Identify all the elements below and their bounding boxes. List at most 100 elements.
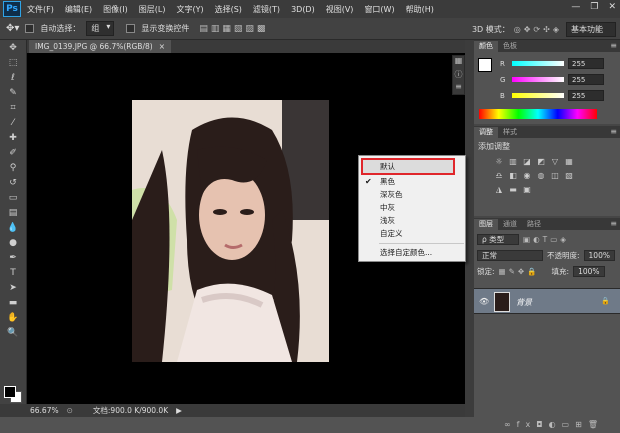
tab-swatches[interactable]: 色板 <box>498 41 522 52</box>
blend-mode-dropdown[interactable]: 正常 <box>477 250 543 261</box>
fg-bg-color-icon[interactable] <box>478 58 492 72</box>
menu-item-light-gray[interactable]: 浅灰 <box>359 214 465 227</box>
zoom-level[interactable]: 66.67% <box>30 406 59 415</box>
layer-filter-dropdown[interactable]: ρ 类型 <box>477 234 519 245</box>
threshold-icon[interactable]: ◮ <box>494 184 504 194</box>
posterize-icon[interactable]: ▧ <box>564 170 574 180</box>
shape-tool-icon[interactable]: ▬ <box>3 296 23 310</box>
tab-paths[interactable]: 路径 <box>522 219 546 230</box>
menu-window[interactable]: 窗口(W) <box>364 4 394 15</box>
3d-mode-icons[interactable]: ◎✥⟳✣◈ <box>514 25 562 34</box>
status-export-icon[interactable]: ⊙ <box>67 406 73 415</box>
status-arrow-icon[interactable]: ▶ <box>176 406 182 415</box>
menu-view[interactable]: 视图(V) <box>326 4 354 15</box>
move-tool-icon[interactable]: ✥ <box>3 41 23 55</box>
green-value-input[interactable]: 255 <box>568 74 604 85</box>
tab-channels[interactable]: 通道 <box>498 219 522 230</box>
foreground-color-swatch[interactable] <box>4 386 16 398</box>
gradient-tool-icon[interactable]: ▤ <box>3 206 23 220</box>
eyedropper-tool-icon[interactable]: ⁄ <box>3 116 23 130</box>
levels-icon[interactable]: ▥ <box>508 156 518 166</box>
menu-3d[interactable]: 3D(D) <box>291 5 315 14</box>
brightness-icon[interactable]: ☼ <box>494 156 504 166</box>
filter-icons[interactable]: ▣◐T▭◈ <box>523 235 569 244</box>
brush-tool-icon[interactable]: ✐ <box>3 146 23 160</box>
panel-menu-icon[interactable]: ≡ <box>610 41 617 50</box>
crop-tool-icon[interactable]: ⌗ <box>3 101 23 115</box>
menu-select[interactable]: 选择(S) <box>215 4 242 15</box>
minimize-button[interactable]: — <box>571 2 580 12</box>
fill-input[interactable]: 100% <box>573 266 605 277</box>
bw-icon[interactable]: ◧ <box>508 170 518 180</box>
clone-stamp-icon[interactable]: ⚲ <box>3 161 23 175</box>
menu-layer[interactable]: 图层(L) <box>139 4 166 15</box>
vibrance-icon[interactable]: ▽ <box>550 156 560 166</box>
history-icon[interactable]: ▦ <box>453 56 464 69</box>
layer-row-background[interactable]: 👁 背景 🔒 <box>474 288 620 314</box>
menu-edit[interactable]: 编辑(E) <box>65 4 92 15</box>
auto-select-dropdown[interactable]: 组 <box>86 21 115 36</box>
align-icons[interactable]: ▤▥▦▧▨▩ <box>199 24 268 34</box>
menu-filter[interactable]: 滤镜(T) <box>253 4 280 15</box>
blue-slider[interactable] <box>512 93 564 98</box>
move-tool-icon[interactable]: ✥▾ <box>6 23 19 34</box>
menu-image[interactable]: 图像(I) <box>103 4 128 15</box>
show-transform-checkbox[interactable] <box>126 24 136 33</box>
menu-item-custom[interactable]: 自定义 <box>359 227 465 240</box>
layer-name[interactable]: 背景 <box>516 297 532 308</box>
new-layer-icon[interactable]: ⊞ <box>575 420 588 429</box>
menu-item-default[interactable]: 默认 <box>359 160 465 173</box>
document-tab[interactable]: IMG_0139.JPG @ 66.7%(RGB/8) × <box>29 40 171 53</box>
path-select-icon[interactable]: ➤ <box>3 281 23 295</box>
tab-styles[interactable]: 样式 <box>498 127 522 138</box>
blue-value-input[interactable]: 255 <box>568 90 604 101</box>
gradient-map-icon[interactable]: ▬ <box>508 184 518 194</box>
delete-layer-icon[interactable]: 🗑 <box>588 420 604 429</box>
red-slider[interactable] <box>512 61 564 66</box>
red-value-input[interactable]: 255 <box>568 58 604 69</box>
exposure-icon[interactable]: ◩ <box>536 156 546 166</box>
channel-mixer-icon[interactable]: ◍ <box>536 170 546 180</box>
invert-icon[interactable]: ◫ <box>550 170 560 180</box>
tab-adjustments[interactable]: 调整 <box>474 127 498 138</box>
marquee-tool-icon[interactable]: ⬚ <box>3 56 23 70</box>
color-balance-icon[interactable]: ♎ <box>494 170 504 180</box>
menu-item-dark-gray[interactable]: 深灰色 <box>359 188 465 201</box>
mask-icon[interactable]: ◘ <box>536 420 548 429</box>
eraser-tool-icon[interactable]: ▭ <box>3 191 23 205</box>
dodge-tool-icon[interactable]: ● <box>3 236 23 250</box>
quick-select-tool-icon[interactable]: ✎ <box>3 86 23 100</box>
tab-layers[interactable]: 图层 <box>474 219 498 230</box>
eye-icon[interactable]: 👁 <box>479 297 489 306</box>
tab-color[interactable]: 颜色 <box>474 41 498 52</box>
pen-tool-icon[interactable]: ✒ <box>3 251 23 265</box>
lasso-tool-icon[interactable]: ℓ <box>3 71 23 85</box>
hue-icon[interactable]: ▦ <box>564 156 574 166</box>
healing-brush-icon[interactable]: ✚ <box>3 131 23 145</box>
type-tool-icon[interactable]: T <box>3 266 23 280</box>
menu-item-select-custom-color[interactable]: 选择自定颜色... <box>359 246 465 259</box>
photo-filter-icon[interactable]: ◉ <box>522 170 532 180</box>
menu-item-medium-gray[interactable]: 中灰 <box>359 201 465 214</box>
properties-icon[interactable]: ⓘ <box>453 69 464 82</box>
restore-button[interactable]: ❐ <box>590 2 598 12</box>
opacity-input[interactable]: 100% <box>583 250 615 261</box>
panel-menu-icon[interactable]: ≡ <box>610 219 617 228</box>
history-brush-icon[interactable]: ↺ <box>3 176 23 190</box>
brush-preset-icon[interactable]: ≡ <box>453 82 464 95</box>
new-group-icon[interactable]: ▭ <box>562 420 576 429</box>
color-spectrum[interactable] <box>479 109 597 119</box>
green-slider[interactable] <box>512 77 564 82</box>
lock-icons[interactable]: ▦✎✥🔒 <box>499 267 540 276</box>
menu-help[interactable]: 帮助(H) <box>406 4 434 15</box>
auto-select-checkbox[interactable] <box>25 24 35 33</box>
new-adjustment-icon[interactable]: ◐ <box>549 420 562 429</box>
close-button[interactable]: ✕ <box>608 2 616 12</box>
menu-type[interactable]: 文字(Y) <box>176 4 203 15</box>
zoom-tool-icon[interactable]: 🔍 <box>3 326 23 340</box>
close-tab-icon[interactable]: × <box>159 42 165 51</box>
hand-tool-icon[interactable]: ✋ <box>3 311 23 325</box>
menu-file[interactable]: 文件(F) <box>27 4 54 15</box>
fx-icon[interactable]: fx <box>517 420 537 429</box>
link-layers-icon[interactable]: ∞ <box>504 420 517 429</box>
